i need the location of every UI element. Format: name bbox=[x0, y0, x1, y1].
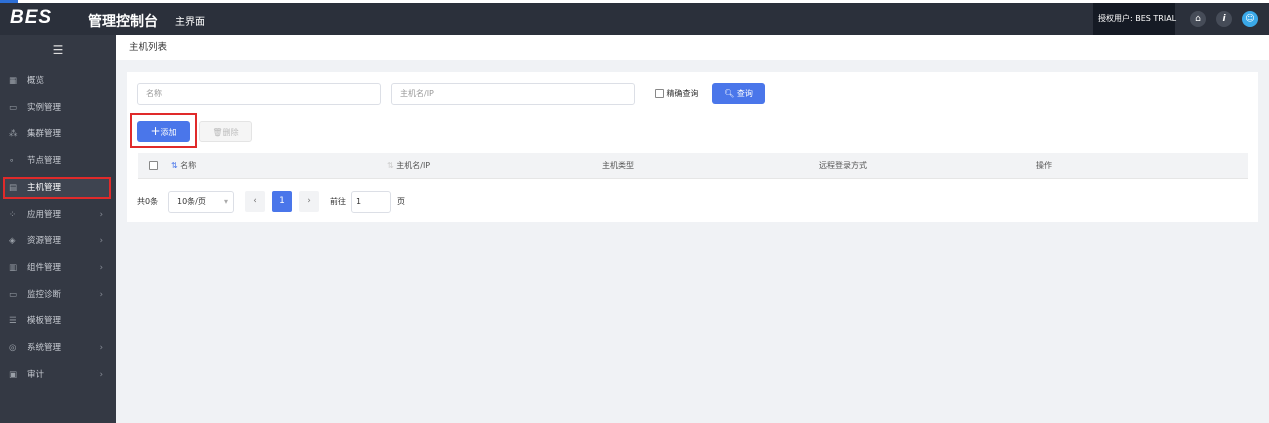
sidebar-item[interactable]: ◎ 系统管理 › bbox=[3, 337, 111, 359]
host-icon: ▤ bbox=[9, 182, 18, 193]
caret-down-icon: ▾ bbox=[223, 197, 228, 206]
avatar[interactable]: ☺ bbox=[1242, 11, 1258, 27]
trash-icon: 🗑︎ bbox=[212, 128, 223, 137]
sidebar-item-label: 节点管理 bbox=[27, 156, 62, 167]
host-list-card: 名称 主机名/IP 精确查询 🔍︎ 查询 +添加 🗑︎删除 ⇅ 名称 ⇅ 主机名… bbox=[127, 72, 1258, 222]
col-host-type: 主机类型 bbox=[602, 161, 634, 170]
cluster-icon: ⁂ bbox=[9, 129, 18, 140]
name-input[interactable]: 名称 bbox=[137, 83, 381, 105]
table-header: ⇅ 名称 ⇅ 主机名/IP 主机类型 远程登录方式 操作 bbox=[138, 153, 1248, 179]
query-button[interactable]: 🔍︎ 查询 bbox=[712, 83, 765, 104]
sidebar-item[interactable]: ▤ 主机管理 bbox=[3, 176, 111, 199]
col-remote-login: 远程登录方式 bbox=[819, 161, 867, 170]
prev-page-button[interactable]: ‹ bbox=[245, 191, 265, 212]
sidebar-item[interactable]: ▦ 概览 bbox=[3, 70, 111, 92]
sidebar-item-label: 审计 bbox=[27, 369, 45, 380]
sidebar-item-label: 组件管理 bbox=[27, 262, 62, 273]
delete-button[interactable]: 🗑︎删除 bbox=[199, 121, 252, 142]
sidebar-item-label: 概览 bbox=[27, 76, 45, 86]
col-name[interactable]: ⇅ 名称 bbox=[171, 153, 196, 179]
page-size-select[interactable]: 10条/页 ▾ bbox=[168, 191, 234, 213]
sidebar-item-label: 实例管理 bbox=[27, 102, 62, 113]
add-button[interactable]: +添加 bbox=[137, 121, 190, 142]
sidebar-item[interactable]: ◈ 资源管理 › bbox=[3, 230, 111, 252]
breadcrumb: 主机列表 bbox=[116, 35, 1269, 60]
search-icon: 🔍︎ bbox=[724, 89, 735, 98]
node-icon: ∘ bbox=[9, 156, 15, 167]
app-title: 管理控制台 bbox=[88, 14, 158, 30]
monitor-icon: ▭ bbox=[9, 289, 18, 300]
settings-icon: ◎ bbox=[9, 343, 17, 353]
sidebar-item-label: 监控诊断 bbox=[27, 289, 62, 300]
sidebar-item[interactable]: ⁂ 集群管理 bbox=[3, 123, 111, 145]
total-count: 共0条 bbox=[137, 197, 159, 206]
page-1-button[interactable]: 1 bbox=[272, 191, 292, 212]
sidebar-item-label: 资源管理 bbox=[27, 236, 62, 247]
sort-icon: ⇅ bbox=[387, 161, 394, 170]
chevron-right-icon: › bbox=[99, 236, 103, 247]
logo: BES bbox=[10, 7, 53, 28]
goto-page-input[interactable]: 1 bbox=[351, 191, 391, 213]
sidebar-item[interactable]: ⁘ 应用管理 › bbox=[3, 204, 111, 226]
chevron-right-icon: › bbox=[99, 289, 103, 300]
audit-icon: ▣ bbox=[9, 369, 18, 380]
sidebar-item[interactable]: ▥ 组件管理 › bbox=[3, 257, 111, 279]
sidebar-item[interactable]: ☰ 模板管理 bbox=[3, 310, 111, 332]
exact-query-label: 精确查询 bbox=[666, 89, 699, 98]
grid-icon: ▦ bbox=[9, 76, 18, 86]
col-actions: 操作 bbox=[1036, 161, 1052, 170]
plus-icon: + bbox=[150, 124, 161, 138]
sidebar-item-label: 应用管理 bbox=[27, 209, 62, 220]
window-icon: ▭ bbox=[9, 102, 18, 113]
col-host-ip[interactable]: ⇅ 主机名/IP bbox=[387, 153, 430, 179]
home-link[interactable]: 主界面 bbox=[175, 13, 205, 28]
home-icon[interactable]: ⌂ bbox=[1190, 11, 1206, 27]
top-bar: BES 管理控制台 主界面 授权用户: BES TRIAL ⌂ i ☺ bbox=[0, 3, 1269, 35]
info-icon[interactable]: i bbox=[1216, 11, 1232, 27]
template-icon: ☰ bbox=[9, 316, 17, 327]
chevron-right-icon: › bbox=[99, 369, 103, 380]
chevron-right-icon: › bbox=[99, 262, 103, 273]
select-all-checkbox[interactable] bbox=[149, 161, 158, 170]
host-ip-input[interactable]: 主机名/IP bbox=[391, 83, 635, 105]
sidebar-item[interactable]: ▣ 审计 › bbox=[3, 364, 111, 386]
sidebar-item[interactable]: ▭ 监控诊断 › bbox=[3, 284, 111, 306]
apps-icon: ⁘ bbox=[9, 209, 17, 220]
layers-icon: ◈ bbox=[9, 236, 16, 247]
sidebar-item-label: 系统管理 bbox=[27, 343, 62, 353]
chevron-right-icon: › bbox=[99, 209, 103, 220]
sidebar-item[interactable]: ▭ 实例管理 bbox=[3, 97, 111, 119]
sidebar-item[interactable]: ∘ 节点管理 bbox=[3, 150, 111, 172]
sort-icon: ⇅ bbox=[171, 161, 178, 170]
sidebar-item-label: 模板管理 bbox=[27, 316, 62, 327]
sidebar-item-label: 主机管理 bbox=[27, 182, 62, 193]
sidebar-item-label: 集群管理 bbox=[27, 129, 62, 140]
menu-toggle-icon[interactable]: ☰ bbox=[0, 35, 116, 65]
bars-icon: ▥ bbox=[9, 262, 18, 273]
sidebar: ☰ ▦ 概览 ▭ 实例管理 ⁂ 集群管理 ∘ 节点管理 ▤ 主机管理 ⁘ 应用管理 › ◈ 资源管理 › ▥ 组件… bbox=[0, 35, 116, 423]
user-label: 授权用户: BES TRIAL bbox=[1093, 3, 1176, 35]
goto-label: 前往 bbox=[330, 197, 346, 206]
exact-query-checkbox[interactable]: 精确查询 bbox=[655, 88, 699, 99]
next-page-button[interactable]: › bbox=[299, 191, 319, 212]
page-suffix: 页 bbox=[397, 197, 405, 206]
chevron-right-icon: › bbox=[99, 343, 103, 353]
